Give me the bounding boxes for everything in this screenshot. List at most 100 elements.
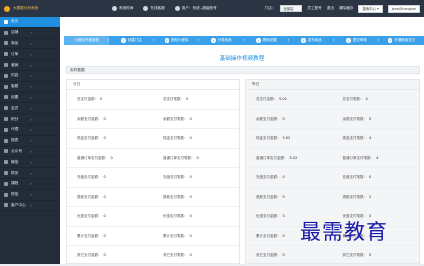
stats-row: 累计支付金额： 0 累计支付笔数： 0 [67,227,239,246]
sidebar-item-reports[interactable]: 报表 › [0,136,60,147]
topnav-item-service[interactable]: 在线客服 [143,6,165,11]
page-title[interactable]: 基础操作视频教程 [60,54,424,62]
link-clear-cache[interactable]: 清除缓存 [339,6,353,11]
top-right: 门店： 全部店 员工账号 退出 清除缓存 搜索中心 ▾ Jane/Shangha… [265,0,420,17]
sidebar-item-points[interactable]: 积分 › [0,114,60,125]
stat-cell: 充值支付金额： 0 [67,175,153,179]
step-6[interactable]: 6提交审核› [334,36,380,45]
stat-label: 普通订单支付笔数： [342,155,375,160]
stat-label: 普通订单支付笔数： [163,155,195,160]
sidebar-item-store[interactable]: 店铺 › [0,28,60,39]
top-nav: 系统时间 在线客服 用户：系统--超级账号 [112,6,217,11]
stat-label: 优惠支付笔数： [163,214,188,219]
chevron-right-icon: › [30,84,32,90]
stat-value: 0 [189,214,192,219]
step-4[interactable]: 4基础设置› [244,36,290,45]
sidebar-item-label: 课程 [11,181,19,186]
stats-row: 普通订单支付金额： 0 普通订单支付笔数： 0 [67,149,239,168]
sidebar-item-agents[interactable]: 代理 › [0,125,60,136]
stat-value: 0 [282,214,285,219]
watermark: 最需教育 [300,220,388,244]
step-label: 开通微信支付 [394,38,416,42]
store-select[interactable]: 全部店 [280,5,303,12]
sidebar-item-goods[interactable]: 商品 › [0,39,60,50]
section-header: 实时数据 [66,66,420,74]
stat-cell: 余额支付金额： 0 [67,117,153,121]
step-2[interactable]: 2授权小程序› [154,36,200,45]
chevron-right-icon: › [30,116,32,122]
finance-icon [4,171,8,176]
sidebar-item-label: 财务 [11,170,19,175]
chevron-right-icon: › [30,94,32,100]
sidebar-item-home[interactable]: 首页 [0,17,60,28]
stat-value: 5.02 [282,136,291,141]
stats-row: 总支付金额： 5.02 总支付笔数： 4 [246,90,419,110]
sidebar-item-sms[interactable]: 短信 › [0,190,60,201]
stat-value: 0 [282,253,285,258]
stat-label: 现金支付金额： [77,136,102,141]
stat-label: 总支付笔数： [342,97,364,102]
stat-label: 其它支付金额： [256,253,281,258]
link-staff[interactable]: 员工账号 [307,6,321,11]
stat-label: 现金支付金额： [256,136,281,141]
member-icon [4,106,8,111]
sidebar-item-settings[interactable]: 设置 › [0,93,60,104]
search-center-button[interactable]: 搜索中心 ▾ [358,4,383,13]
step-label: 分类商品 [217,38,232,42]
sidebar-item-official-account[interactable]: 公众号 › [0,147,60,158]
chevron-right-icon: › [30,181,32,187]
stat-value: 0 [189,194,192,199]
chevron-right-icon: › [30,202,32,208]
stat-label: 余额支付金额： [256,116,281,121]
step-number: 3 [211,38,216,43]
sidebar-item-wechat[interactable]: 微信 › [0,157,60,169]
step-1[interactable]: 1创建门店› [109,36,155,45]
chevron-right-icon: › [30,105,32,111]
sidebar-item-orders[interactable]: 订单 › [0,49,60,61]
sidebar-item-content[interactable]: 内容 › [0,71,60,82]
stat-cell: 优惠支付笔数： 0 [153,214,239,218]
step-7[interactable]: 7 开通微信支付 [379,36,424,45]
sidebar-item-service[interactable]: 客服 › [0,82,60,93]
topnav-item-time[interactable]: 系统时间 [112,6,133,11]
step-intro[interactable]: 小程序开通流程› [64,36,110,45]
chevron-right-icon: › [30,192,32,198]
chevron-right-icon: › [30,62,32,68]
stat-label: 普通订单支付金额： [256,155,288,160]
sidebar-item-customer-center[interactable]: 客户中心 › [0,201,60,212]
step-number: 2 [164,38,169,43]
step-label: 提交审核 [352,38,367,42]
sidebar-item-members[interactable]: 会员 › [0,103,60,115]
step-3[interactable]: 3分类商品› [199,36,245,45]
stat-cell: 退款支付金额： 0 [67,195,153,199]
stat-cell: 普通订单支付金额： 5.02 [246,156,333,160]
sidebar-item-label: 商品 [11,40,19,45]
stats-row: 充值支付金额： 0 充值支付笔数： 0 [246,168,419,188]
stat-label: 优惠支付金额： [256,214,281,219]
stats-row: 余额支付金额： 0 余额支付笔数： 0 [67,110,239,129]
step-label: 发布商品 [307,38,322,42]
stat-value: 0 [189,253,192,258]
stat-cell: 其它支付笔数： 0 [333,253,420,257]
user-menu-button[interactable]: Jane/Shanghai [387,4,420,13]
stat-cell: 退款支付笔数： 2 [333,195,420,199]
report-icon [4,138,8,143]
stat-value: 0 [103,233,106,238]
topnav-item-user[interactable]: 用户：系统--超级账号 [174,6,217,11]
sidebar-item-label: 报表 [11,138,19,143]
sidebar-item-courses[interactable]: 课程 › [0,179,60,190]
stat-cell: 总支付笔数： 0 [153,97,239,101]
wechat-icon [4,160,8,165]
stats-row: 总支付金额： 0 总支付笔数： 0 [67,90,239,110]
stat-label: 其它支付金额： [77,253,102,258]
top-bar: 大数据分析系统 系统时间 在线客服 用户：系统--超级账号 门店： 全部店 员工… [0,0,424,17]
sidebar-item-marketing[interactable]: 营销 › [0,60,60,71]
step-5[interactable]: 5发布商品› [289,36,335,45]
sidebar-item-finance[interactable]: 财务 › [0,168,60,179]
link-logout[interactable]: 退出 [327,6,334,11]
chevron-right-icon: › [30,138,32,144]
brand[interactable]: 大数据分析系统 [0,0,60,17]
stat-label: 退款支付笔数： [342,194,368,199]
stat-value: 0 [103,214,106,219]
stat-cell: 总支付金额： 0 [67,97,153,101]
